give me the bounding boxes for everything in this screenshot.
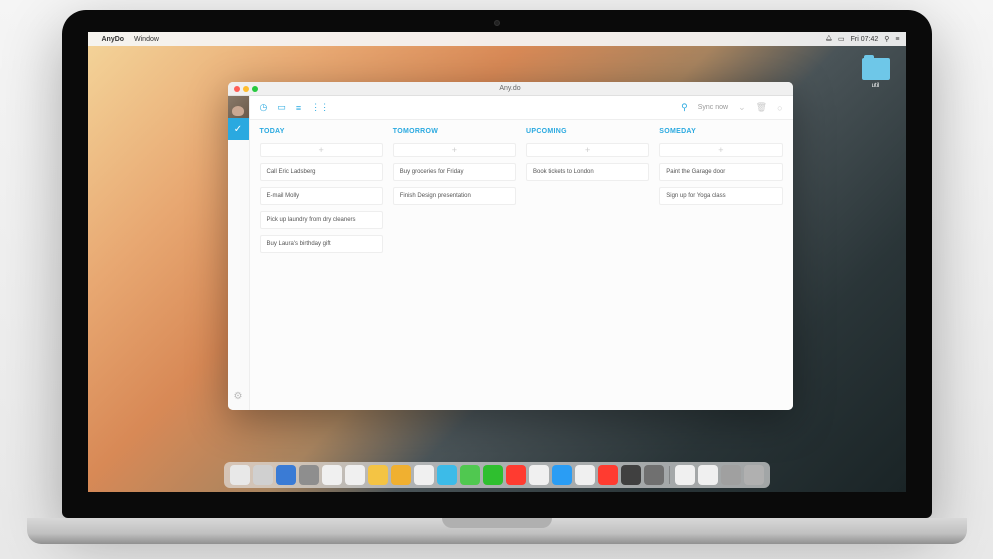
dock-app-icon[interactable]	[253, 465, 273, 485]
desktop-folder[interactable]: util	[862, 58, 890, 89]
folder-view-icon[interactable]: ▭	[277, 102, 286, 113]
add-task-button[interactable]: +	[659, 143, 782, 157]
dock-app-icon[interactable]	[368, 465, 388, 485]
add-task-button[interactable]: +	[526, 143, 649, 157]
task-card[interactable]: E-mail Molly	[260, 187, 383, 205]
menubar-app-name[interactable]: AnyDo	[102, 36, 125, 43]
chevron-down-icon[interactable]: ⌄	[738, 102, 746, 113]
column-today: TODAY + Call Eric Ladsberg E-mail Molly …	[260, 128, 383, 402]
battery-icon[interactable]: ▭	[838, 35, 845, 43]
dock-app-icon[interactable]	[437, 465, 457, 485]
dock-app-icon[interactable]	[744, 465, 764, 485]
column-header: TODAY	[260, 128, 383, 135]
dock-app-icon[interactable]	[621, 465, 641, 485]
dock-separator	[669, 466, 670, 484]
app-main: ◷ ▭ ≡ ⋮⋮ ⚲ Sync now ⌄ 🗑 ○	[250, 96, 793, 410]
clock-icon[interactable]: ◷	[260, 102, 268, 113]
dock-app-icon[interactable]	[460, 465, 480, 485]
list-view-icon[interactable]: ≡	[296, 103, 301, 113]
dock-app-icon[interactable]	[529, 465, 549, 485]
dock-app-icon[interactable]	[721, 465, 741, 485]
gear-icon[interactable]: ⚙	[234, 391, 243, 402]
dock-app-icon[interactable]	[299, 465, 319, 485]
task-card[interactable]: Buy groceries for Friday	[393, 163, 516, 181]
app-toolbar: ◷ ▭ ≡ ⋮⋮ ⚲ Sync now ⌄ 🗑 ○	[250, 96, 793, 120]
dock-app-icon[interactable]	[345, 465, 365, 485]
maximize-icon[interactable]	[252, 86, 258, 92]
column-header: TOMORROW	[393, 128, 516, 135]
window-traffic-lights	[234, 86, 258, 92]
dock-app-icon[interactable]	[483, 465, 503, 485]
task-card[interactable]: Buy Laura's birthday gift	[260, 235, 383, 253]
window-title: Any.do	[499, 85, 520, 92]
notification-center-icon[interactable]: ≡	[895, 36, 899, 43]
camera-icon	[494, 20, 500, 26]
task-card[interactable]: Finish Design presentation	[393, 187, 516, 205]
close-icon[interactable]	[234, 86, 240, 92]
menubar-window-menu[interactable]: Window	[134, 36, 159, 43]
dock-app-icon[interactable]	[391, 465, 411, 485]
dock-app-icon[interactable]	[598, 465, 618, 485]
options-icon[interactable]: ○	[777, 103, 782, 113]
task-card[interactable]: Sign up for Yoga class	[659, 187, 782, 205]
anydo-window: Any.do ✓ ⚙ ◷ ▭ ≡ ⋮⋮	[228, 82, 793, 410]
dock-app-icon[interactable]	[414, 465, 434, 485]
desktop-folder-label: util	[862, 83, 890, 89]
sync-now-button[interactable]: Sync now	[698, 104, 728, 111]
column-someday: SOMEDAY + Paint the Garage door Sign up …	[659, 128, 782, 402]
menubar-clock[interactable]: Fri 07:42	[851, 36, 879, 43]
avatar[interactable]	[228, 96, 250, 118]
screen-bezel: AnyDo Window ⧋ ▭ Fri 07:42 ⚲ ≡ util	[62, 10, 932, 518]
task-card[interactable]: Book tickets to London	[526, 163, 649, 181]
task-card[interactable]: Pick up laundry from dry cleaners	[260, 211, 383, 229]
dock-app-icon[interactable]	[675, 465, 695, 485]
add-task-button[interactable]: +	[260, 143, 383, 157]
desktop-screen: AnyDo Window ⧋ ▭ Fri 07:42 ⚲ ≡ util	[88, 32, 906, 492]
task-card[interactable]: Call Eric Ladsberg	[260, 163, 383, 181]
spotlight-icon[interactable]: ⚲	[884, 35, 889, 43]
column-upcoming: UPCOMING + Book tickets to London	[526, 128, 649, 402]
app-sidebar: ✓ ⚙	[228, 96, 250, 410]
wifi-icon[interactable]: ⧋	[826, 35, 832, 43]
column-header: SOMEDAY	[659, 128, 782, 135]
trash-icon[interactable]: 🗑	[756, 102, 767, 113]
dock-app-icon[interactable]	[276, 465, 296, 485]
laptop-mockup: AnyDo Window ⧋ ▭ Fri 07:42 ⚲ ≡ util	[62, 10, 932, 544]
sidebar-tasks-icon[interactable]: ✓	[228, 118, 250, 140]
minimize-icon[interactable]	[243, 86, 249, 92]
column-header: UPCOMING	[526, 128, 649, 135]
folder-icon	[862, 58, 890, 80]
dock-app-icon[interactable]	[506, 465, 526, 485]
laptop-base	[27, 518, 967, 544]
laptop-notch	[442, 518, 552, 528]
task-columns: TODAY + Call Eric Ladsberg E-mail Molly …	[250, 120, 793, 410]
dock-app-icon[interactable]	[644, 465, 664, 485]
dock-app-icon[interactable]	[698, 465, 718, 485]
task-card[interactable]: Paint the Garage door	[659, 163, 782, 181]
window-titlebar[interactable]: Any.do	[228, 82, 793, 96]
dock-app-icon[interactable]	[575, 465, 595, 485]
search-icon[interactable]: ⚲	[681, 102, 688, 113]
add-task-button[interactable]: +	[393, 143, 516, 157]
dock-app-icon[interactable]	[230, 465, 250, 485]
grid-view-icon[interactable]: ⋮⋮	[311, 102, 329, 113]
macos-dock	[224, 462, 770, 488]
dock-app-icon[interactable]	[552, 465, 572, 485]
column-tomorrow: TOMORROW + Buy groceries for Friday Fini…	[393, 128, 516, 402]
macos-menubar: AnyDo Window ⧋ ▭ Fri 07:42 ⚲ ≡	[88, 32, 906, 46]
dock-app-icon[interactable]	[322, 465, 342, 485]
